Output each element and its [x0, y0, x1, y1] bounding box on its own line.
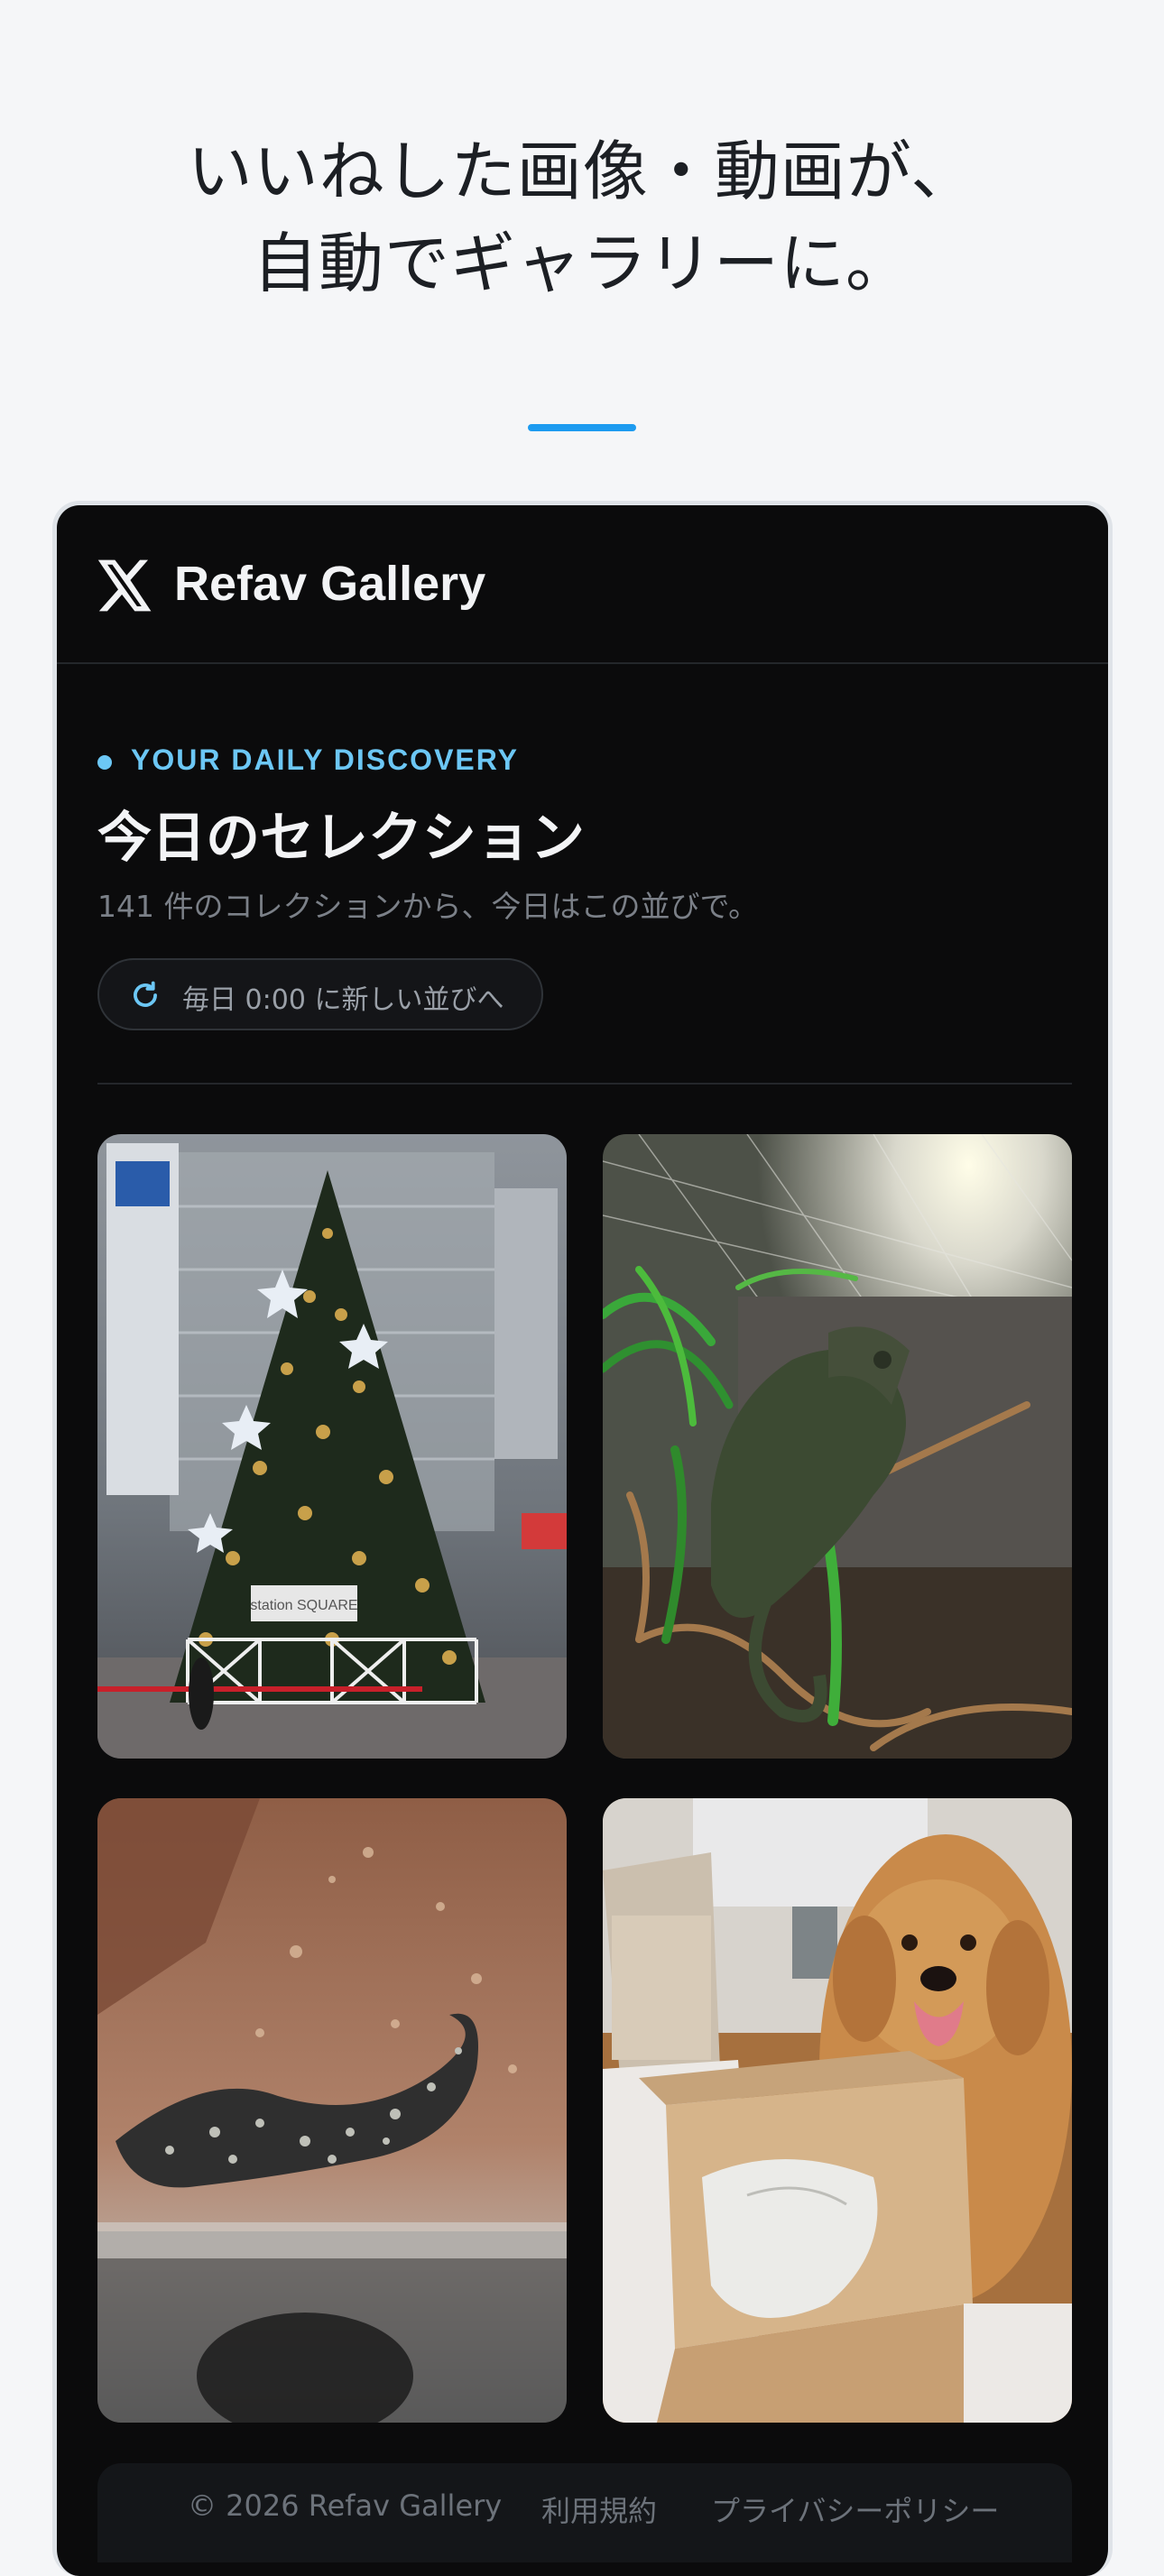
- gallery-item-christmas-tree[interactable]: station SQUARE: [97, 1134, 567, 1759]
- gallery-item-lizard[interactable]: [97, 1798, 567, 2423]
- app-header: Refav Gallery: [57, 505, 1108, 664]
- hero-section: いいねした画像・動画が、 自動でギャラリーに。: [0, 0, 1164, 501]
- section-subtitle: 141 件のコレクションから、今日はこの並びで。: [97, 889, 759, 924]
- section-divider: [97, 1083, 1072, 1085]
- gallery-item-dog[interactable]: [603, 1798, 1072, 2423]
- golden-retriever-photo: [603, 1798, 1072, 2423]
- section-title: 今日のセレクション: [97, 807, 585, 870]
- footer-terms-link[interactable]: 利用規約: [541, 2488, 657, 2530]
- gallery-item-chameleon[interactable]: [603, 1134, 1072, 1759]
- hero-headline-line-2: 自動でギャラリーに。: [252, 226, 911, 301]
- app-brand-title[interactable]: Refav Gallery: [174, 556, 485, 612]
- x-logo-icon[interactable]: [97, 559, 153, 612]
- lizard-on-sand-photo: [97, 1798, 567, 2423]
- section-eyebrow: YOUR DAILY DISCOVERY: [131, 743, 520, 776]
- chameleon-photo: [603, 1134, 1072, 1759]
- app-preview-frame: Refav Gallery YOUR DAILY DISCOVERY 今日のセレ…: [52, 501, 1113, 2576]
- hero-headline-line-1: いいねした画像・動画が、: [187, 134, 977, 209]
- refresh-schedule-badge: 毎日 0:00 に新しい並びへ: [97, 958, 543, 1030]
- tree-sign-text: station SQUARE: [250, 1598, 357, 1613]
- accent-divider: [528, 424, 636, 431]
- footer-copyright: © 2026 Refav Gallery: [188, 2488, 503, 2523]
- footer-privacy-link[interactable]: プライバシーポリシー: [711, 2488, 999, 2530]
- christmas-tree-photo: station SQUARE: [97, 1134, 567, 1759]
- refresh-schedule-text: 毎日 0:00 に新しい並びへ: [182, 984, 504, 1016]
- refresh-icon: [134, 981, 157, 1007]
- footer-bar: © 2026 Refav Gallery 利用規約 プライバシーポリシー: [97, 2463, 1072, 2562]
- eyebrow-dot: [97, 755, 112, 770]
